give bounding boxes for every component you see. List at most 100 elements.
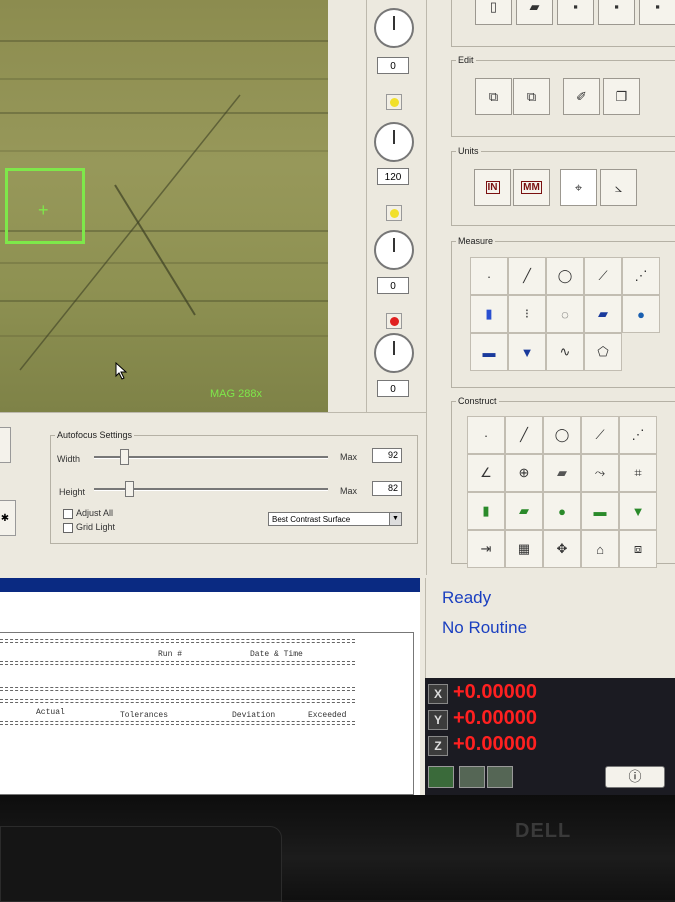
z-axis-button[interactable]: Z	[428, 736, 448, 756]
keyboard-shape	[0, 826, 282, 902]
units-mm-label: MM	[521, 181, 542, 194]
construct-cylinder-icon[interactable]: ▬	[581, 492, 619, 530]
paste-feature-icon[interactable]: ⧉	[513, 78, 550, 115]
polar-coordinates-icon[interactable]: ⦣	[600, 169, 637, 206]
construct-plane-gray-icon[interactable]: ▰	[543, 454, 581, 492]
cartesian-coordinates-icon[interactable]: ⌖	[560, 169, 597, 206]
measure-ellipse-icon[interactable]: ◌	[546, 295, 584, 333]
measure-blob-icon[interactable]: ⬠	[584, 333, 622, 371]
adjust-all-checkbox[interactable]	[63, 509, 73, 519]
bulb-icon-yellow-1[interactable]	[386, 94, 402, 110]
measure-gage-icon[interactable]: ▮	[470, 295, 508, 333]
construct-width-icon[interactable]: ⋰	[619, 416, 657, 454]
construct-transform-icon[interactable]: ⧈	[619, 530, 657, 568]
light-value-4[interactable]: 0	[377, 380, 409, 397]
bulb-icon-yellow-2[interactable]	[386, 205, 402, 221]
grid-light-checkbox[interactable]	[63, 523, 73, 533]
open-folder-icon[interactable]: ▰	[516, 0, 553, 25]
measure-plane-icon[interactable]: ▰	[584, 295, 622, 333]
measure-distance-icon[interactable]: ⟋	[584, 257, 622, 295]
new-file-icon[interactable]: ▯	[475, 0, 512, 25]
construct-move-icon[interactable]: ✥	[543, 530, 581, 568]
construct-intersect-icon[interactable]: ⤳	[581, 454, 619, 492]
construct-circle-icon[interactable]: ◯	[543, 416, 581, 454]
magnification-label: MAG 288x	[210, 388, 262, 400]
save-icon[interactable]: ▪	[557, 0, 594, 25]
duplicate-icon[interactable]: ❐	[603, 78, 640, 115]
width-value-field[interactable]: 92	[372, 448, 402, 463]
units-group-label: Units	[458, 146, 479, 156]
screen: + MAG 288x 0 120 0 0 ▯ ▰ ▪ ▪ ▪ Edit ⧉ ⧉ …	[0, 0, 675, 795]
construct-sphere-icon[interactable]: ●	[543, 492, 581, 530]
erase-icon[interactable]: ✐	[563, 78, 600, 115]
save-as-icon[interactable]: ▪	[598, 0, 635, 25]
construct-cone-icon[interactable]: ▼	[619, 492, 657, 530]
construct-import-icon[interactable]: ⇥	[467, 530, 505, 568]
measure-cylinder-icon[interactable]: ▬	[470, 333, 508, 371]
construct-target-icon[interactable]: ⊕	[505, 454, 543, 492]
calculator-icon[interactable]: ▦	[505, 530, 543, 568]
light-dial-1[interactable]	[374, 8, 414, 48]
height-label: Height	[59, 487, 86, 497]
measure-line-icon[interactable]: ╱	[508, 257, 546, 295]
light-settings-icon[interactable]: ✱	[0, 500, 16, 536]
construct-datum-icon[interactable]: ⌂	[581, 530, 619, 568]
measure-mode-icon-2[interactable]	[487, 766, 513, 788]
measure-cone-icon[interactable]: ▼	[508, 333, 546, 371]
width-label: Width	[57, 454, 81, 464]
light-dial-3[interactable]	[374, 230, 414, 270]
light-value-1[interactable]: 0	[377, 57, 409, 74]
monitor-brand-logo: DELL	[515, 820, 572, 842]
report-divider	[0, 699, 355, 703]
bulb-icon-red[interactable]	[386, 313, 402, 329]
report-date-header: Date & Time	[250, 650, 303, 659]
height-value-field[interactable]: 82	[372, 481, 402, 496]
x-readout: +0.00000	[453, 681, 537, 703]
light-dial-4[interactable]	[374, 333, 414, 373]
focus-mode-select[interactable]: Best Contrast Surface ▼	[268, 512, 402, 526]
construct-gage-icon[interactable]: ▮	[467, 492, 505, 530]
construct-group-label: Construct	[458, 396, 497, 406]
units-mm-button[interactable]: MM	[513, 169, 550, 206]
width-slider-thumb[interactable]	[120, 449, 129, 465]
report-col-actual: Actual	[36, 708, 65, 717]
construct-frame-icon[interactable]: ⌗	[619, 454, 657, 492]
measure-point-icon[interactable]: ·	[470, 257, 508, 295]
y-readout: +0.00000	[453, 707, 537, 729]
chevron-down-icon[interactable]: ▼	[389, 513, 401, 525]
height-slider-thumb[interactable]	[125, 481, 134, 497]
measure-edge-icon[interactable]: ⁝	[508, 295, 546, 333]
home-icon[interactable]	[428, 766, 454, 788]
dro-readout: X +0.00000 Y +0.00000 Z +0.00000 ⓘ	[425, 678, 675, 795]
y-axis-button[interactable]: Y	[428, 710, 448, 730]
light-value-2[interactable]: 120	[377, 168, 409, 185]
construct-point-icon[interactable]: ·	[467, 416, 505, 454]
light-controls: 0 120 0 0	[366, 0, 428, 412]
report-document[interactable]: Run # Date & Time Actual Tolerances Devi…	[0, 632, 414, 795]
measure-curve-icon[interactable]: ∿	[546, 333, 584, 371]
autofocus-title: Autofocus Settings	[57, 430, 133, 440]
crosshair-icon: +	[38, 200, 49, 220]
copy-feature-icon[interactable]: ⧉	[475, 78, 512, 115]
width-slider-track[interactable]	[94, 456, 328, 459]
construct-distance-icon[interactable]: ⟋	[581, 416, 619, 454]
light-value-3[interactable]: 0	[377, 277, 409, 294]
light-dial-2[interactable]	[374, 122, 414, 162]
measure-sphere-icon[interactable]: ●	[622, 295, 660, 333]
report-divider	[0, 687, 355, 691]
power-icon[interactable]: ⓘ	[605, 766, 665, 788]
x-axis-button[interactable]: X	[428, 684, 448, 704]
units-in-label: IN	[485, 181, 500, 194]
save-all-icon[interactable]: ▪	[639, 0, 675, 25]
units-inch-button[interactable]: IN	[474, 169, 511, 206]
construct-line-icon[interactable]: ╱	[505, 416, 543, 454]
side-button-top[interactable]	[0, 427, 11, 463]
measure-width-icon[interactable]: ⋰	[622, 257, 660, 295]
measure-mode-icon[interactable]	[459, 766, 485, 788]
report-run-header: Run #	[158, 650, 183, 659]
measure-circle-icon[interactable]: ◯	[546, 257, 584, 295]
construct-plane-icon[interactable]: ▰	[505, 492, 543, 530]
camera-view[interactable]: + MAG 288x	[0, 0, 328, 412]
report-title-bar	[0, 578, 420, 592]
construct-angle-icon[interactable]: ∠	[467, 454, 505, 492]
